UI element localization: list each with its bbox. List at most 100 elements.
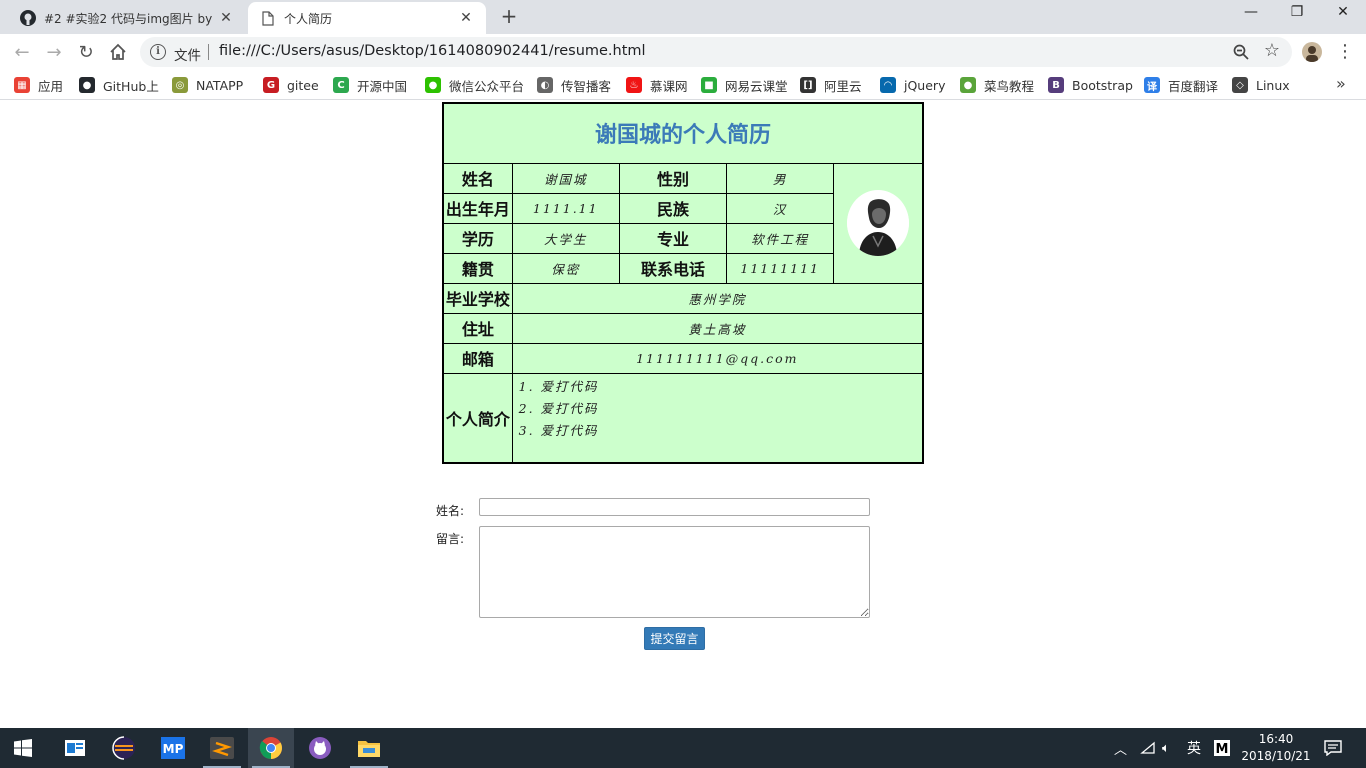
gitee-icon: G bbox=[263, 77, 279, 93]
bookmark-item[interactable]: C 开源中国 bbox=[333, 76, 407, 94]
address-bar[interactable]: i 文件 file:///C:/Users/asus/Desktop/16140… bbox=[140, 37, 1292, 67]
info-icon[interactable]: i bbox=[150, 44, 166, 60]
url-text[interactable]: file:///C:/Users/asus/Desktop/1614080902… bbox=[219, 43, 646, 59]
bookmark-item[interactable]: ● 微信公众平台 bbox=[425, 76, 524, 94]
list-item: 2. 爱打代码 bbox=[518, 400, 599, 416]
submit-message-button[interactable]: 提交留言 bbox=[644, 627, 705, 650]
bookmark-item[interactable]: Ggitee bbox=[263, 76, 319, 94]
label-name: 姓名 bbox=[442, 162, 513, 194]
reload-icon[interactable]: ↻ bbox=[74, 40, 98, 64]
close-window-icon[interactable]: ✕ bbox=[1328, 4, 1358, 26]
jquery-icon: ◠ bbox=[880, 77, 896, 93]
minimize-icon[interactable]: — bbox=[1236, 4, 1266, 26]
bookmark-label: 微信公众平台 bbox=[449, 78, 525, 94]
chrome-icon[interactable] bbox=[248, 728, 294, 768]
intro-cell: 1. 爱打代码 2. 爱打代码 3. 爱打代码 bbox=[511, 372, 924, 464]
bookmark-item[interactable]: B Bootstrap bbox=[1048, 76, 1133, 94]
clock-date: 2018/10/21 bbox=[1241, 749, 1311, 763]
github-icon bbox=[20, 10, 36, 26]
bookmark-label: 百度翻译 bbox=[1168, 78, 1219, 94]
label-birth: 出生年月 bbox=[442, 192, 513, 224]
study163-icon: ■ bbox=[701, 77, 717, 93]
value-birth: 1111.11 bbox=[511, 192, 620, 224]
label-phone: 联系电话 bbox=[618, 252, 728, 284]
eclipse-icon[interactable] bbox=[101, 728, 147, 768]
ime-mode-icon[interactable]: M bbox=[1214, 728, 1230, 768]
wifi-icon[interactable] bbox=[1140, 728, 1156, 768]
oschina-icon: C bbox=[333, 77, 349, 93]
volume-icon[interactable]: 🔈︎ bbox=[1162, 728, 1170, 768]
tab-title: #2 #实验2 代码与img图片 by w bbox=[44, 11, 214, 26]
tab-resume[interactable]: 个人简历 ✕ bbox=[248, 2, 486, 34]
start-icon[interactable] bbox=[0, 728, 46, 768]
ime-indicator[interactable]: 英 bbox=[1187, 728, 1201, 768]
bookmark-item[interactable]: [] 阿里云 bbox=[800, 76, 862, 94]
value-email: 111111111@qq.com bbox=[511, 342, 924, 374]
bookmark-label: 菜鸟教程 bbox=[984, 78, 1035, 94]
mp-icon[interactable]: MP bbox=[150, 728, 196, 768]
linux-icon: ◇ bbox=[1232, 77, 1248, 93]
bookmark-item[interactable]: 译百度翻译 bbox=[1144, 76, 1218, 94]
value-education: 大学生 bbox=[511, 222, 620, 254]
bookmark-item[interactable]: ♨ 慕课网 bbox=[626, 76, 688, 94]
name-input[interactable] bbox=[479, 498, 870, 516]
baidu-translate-icon: 译 bbox=[1144, 77, 1160, 93]
message-textarea[interactable] bbox=[479, 526, 870, 618]
system-clock[interactable]: 16:40 2018/10/21 bbox=[1240, 731, 1312, 765]
value-gender: 男 bbox=[726, 162, 835, 194]
bookmark-item[interactable]: ◠ jQuery bbox=[880, 76, 945, 94]
zoom-icon[interactable] bbox=[1232, 43, 1250, 61]
bookmark-label: 网易云课堂 bbox=[725, 78, 788, 94]
name-label: 姓名: bbox=[436, 504, 465, 518]
document-icon bbox=[260, 10, 276, 26]
menu-icon[interactable]: ⋮ bbox=[1336, 40, 1354, 64]
bookmark-item[interactable]: ◇ Linux bbox=[1232, 76, 1290, 94]
github-desktop-icon[interactable] bbox=[297, 728, 343, 768]
bookmark-label: 应用 bbox=[38, 78, 64, 94]
label-education: 学历 bbox=[442, 222, 513, 254]
bookmark-item[interactable]: ● 菜鸟教程 bbox=[960, 76, 1034, 94]
divider bbox=[208, 44, 209, 60]
bookmark-label: jQuery bbox=[904, 77, 946, 93]
natapp-icon: ◎ bbox=[172, 77, 188, 93]
sublime-icon[interactable] bbox=[199, 728, 245, 768]
bookmark-star-icon[interactable]: ☆ bbox=[1264, 40, 1280, 61]
bookmark-label: 传智播客 bbox=[561, 78, 612, 94]
tab-github[interactable]: #2 #实验2 代码与img图片 by w ✕ bbox=[8, 2, 246, 34]
home-icon[interactable] bbox=[106, 40, 130, 64]
close-tab-icon[interactable]: ✕ bbox=[458, 10, 474, 26]
apps-grid-icon: ▦ bbox=[14, 77, 30, 93]
value-phone: 11111111 bbox=[726, 252, 835, 284]
close-tab-icon[interactable]: ✕ bbox=[218, 10, 234, 26]
chevron-more-icon[interactable]: » bbox=[1336, 74, 1346, 93]
page-content: 谢国城的个人简历 姓名 谢国城 性别 男 出生年月 1111.11 民族 汉 学… bbox=[0, 101, 1366, 728]
scheme-label: 文件 bbox=[174, 48, 201, 64]
value-school: 惠州学院 bbox=[511, 282, 924, 314]
new-tab-icon[interactable]: + bbox=[498, 6, 520, 28]
chevron-up-icon[interactable]: ︿ bbox=[1114, 728, 1127, 768]
bookmark-item[interactable]: ◐ 传智播客 bbox=[537, 76, 611, 94]
profile-avatar[interactable] bbox=[1302, 42, 1322, 62]
bookmark-item[interactable]: ● GitHub上 bbox=[79, 76, 159, 94]
restore-icon[interactable]: ❐ bbox=[1282, 4, 1312, 26]
value-address: 黄土高坡 bbox=[511, 312, 924, 344]
folder-icon[interactable] bbox=[346, 728, 392, 768]
value-major: 软件工程 bbox=[726, 222, 835, 254]
bookmark-item[interactable]: ◎ NATAPP bbox=[172, 76, 243, 94]
label-school: 毕业学校 bbox=[442, 282, 513, 314]
bookmark-item[interactable]: ▦ 应用 bbox=[14, 76, 63, 94]
tab-strip: #2 #实验2 代码与img图片 by w ✕ 个人简历 ✕ + — ❐ ✕ bbox=[0, 0, 1366, 34]
profile-photo bbox=[847, 190, 910, 256]
file-manager-icon[interactable] bbox=[52, 728, 98, 768]
label-address: 住址 bbox=[442, 312, 513, 344]
forward-icon[interactable]: → bbox=[42, 40, 66, 64]
photo-cell bbox=[833, 162, 924, 284]
value-name: 谢国城 bbox=[511, 162, 620, 194]
bookmark-item[interactable]: ■ 网易云课堂 bbox=[701, 76, 788, 94]
tab-title: 个人简历 bbox=[284, 11, 333, 26]
notification-icon[interactable] bbox=[1324, 728, 1342, 768]
imooc-icon: ♨ bbox=[626, 77, 642, 93]
back-icon[interactable]: ← bbox=[10, 40, 34, 64]
bookmark-label: 阿里云 bbox=[824, 78, 862, 94]
value-ethnicity: 汉 bbox=[726, 192, 835, 224]
